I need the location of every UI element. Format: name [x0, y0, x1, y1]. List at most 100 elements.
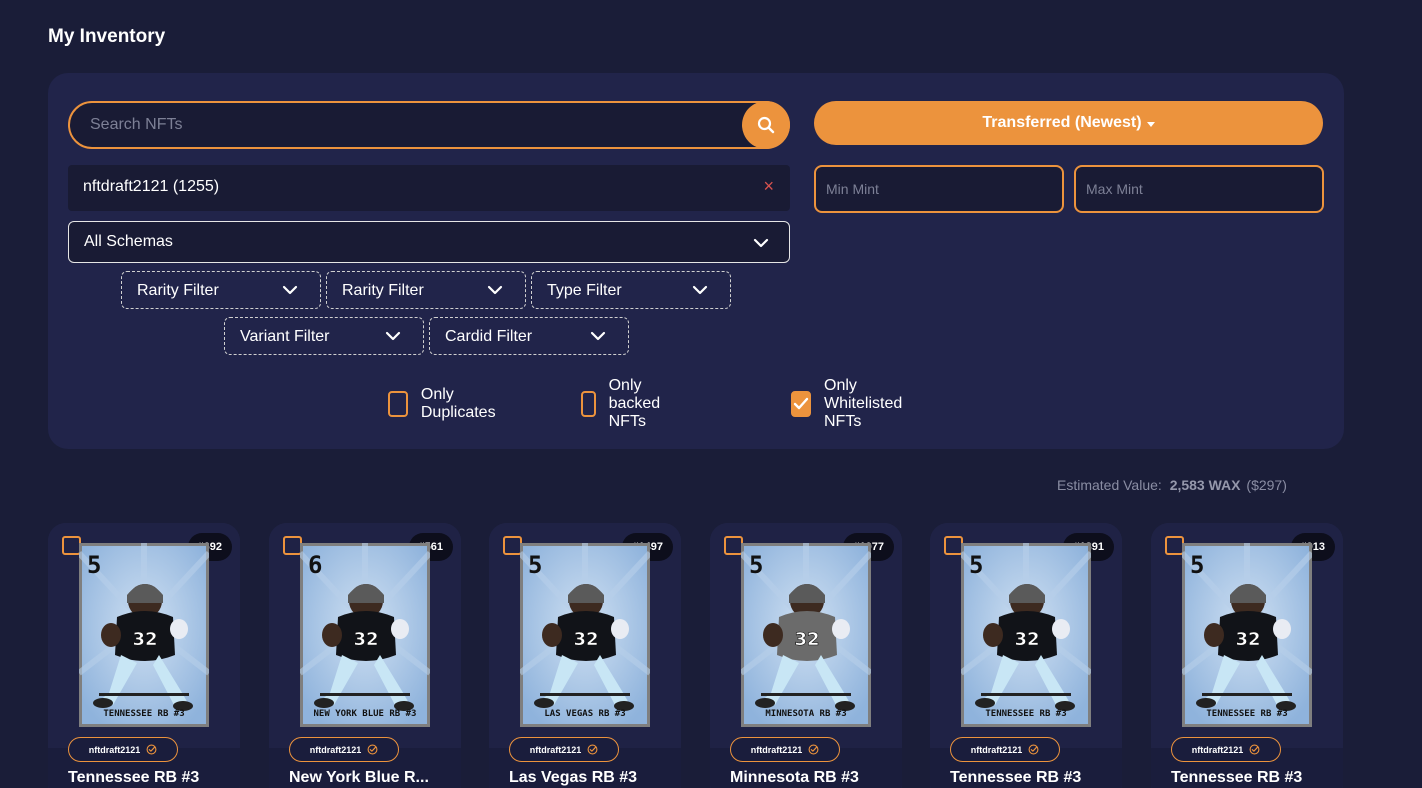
estimated-value-label: Estimated Value: [1057, 477, 1162, 493]
owner-name: nftdraft2121 [88, 744, 141, 755]
player-card-image: 5 32 MINNESOTA RB #3 [741, 543, 871, 727]
player-card-image: 6 32 NEW YORK BLUE RB #3 [300, 543, 430, 727]
owner-name: nftdraft2121 [750, 744, 803, 755]
search-button[interactable] [742, 101, 790, 149]
checkbox-square [388, 391, 408, 417]
player-card-image: 5 32 TENNESSEE RB #3 [79, 543, 209, 727]
estimated-value-wax: 2,583 WAX [1169, 477, 1241, 493]
svg-text:5: 5 [749, 551, 763, 579]
checkbox-label: Only Duplicates [420, 386, 496, 421]
variant-filter-dropdown[interactable]: Variant Filter [224, 317, 424, 355]
min-mint-field [814, 165, 1064, 213]
nft-card[interactable]: #1497 5 32 [489, 523, 681, 788]
svg-text:MINNESOTA RB #3: MINNESOTA RB #3 [765, 709, 846, 719]
owner-pill[interactable]: nftdraft2121 [68, 737, 178, 762]
estimated-value-usd: ($297) [1246, 477, 1287, 493]
caret-down-icon [1146, 121, 1155, 127]
owner-pill[interactable]: nftdraft2121 [1171, 737, 1281, 762]
player-card-image: 5 32 TENNESSEE RB #3 [961, 543, 1091, 727]
dropdown-label: Cardid Filter [445, 328, 533, 345]
card-name: Tennessee RB #3 [950, 769, 1082, 786]
card-name: New York Blue R... [289, 769, 429, 786]
svg-text:5: 5 [1190, 551, 1204, 579]
max-mint-field [1074, 165, 1324, 213]
schema-select[interactable]: All Schemas [68, 221, 790, 263]
owner-name: nftdraft2121 [309, 744, 362, 755]
nft-card[interactable]: #913 5 32 TENNESSEE RB #3 nftdraft2121 T… [1151, 523, 1343, 788]
checkbox-square [581, 391, 596, 417]
card-name: Minnesota RB #3 [730, 769, 859, 786]
svg-text:LAS VEGAS RB #3: LAS VEGAS RB #3 [544, 709, 625, 719]
estimated-value: Estimated Value: 2,583 WAX ($297) [1057, 477, 1287, 493]
svg-text:32: 32 [353, 629, 378, 650]
svg-text:5: 5 [969, 551, 983, 579]
page-title: My Inventory [48, 26, 166, 47]
dropdown-label: Type Filter [547, 282, 622, 299]
chevron-down-icon [590, 331, 606, 341]
checkbox-square [791, 391, 811, 417]
chevron-down-icon [487, 285, 503, 295]
verified-icon [1249, 744, 1260, 755]
sort-dropdown-button[interactable]: Transferred (Newest) [814, 101, 1323, 145]
owner-pill[interactable]: nftdraft2121 [509, 737, 619, 762]
svg-text:32: 32 [132, 629, 157, 650]
checkmark-icon [793, 397, 809, 410]
verified-icon [808, 744, 819, 755]
verified-icon [1028, 744, 1039, 755]
only-whitelisted-checkbox[interactable]: Only Whitelisted NFTs [791, 377, 908, 430]
search-box [68, 101, 790, 149]
svg-text:TENNESSEE RB #3: TENNESSEE RB #3 [103, 709, 184, 719]
rarity-filter-dropdown-2[interactable]: Rarity Filter [326, 271, 526, 309]
svg-text:32: 32 [794, 629, 819, 650]
clear-owner-button[interactable]: × [763, 176, 774, 197]
schema-select-value: All Schemas [84, 233, 173, 250]
owner-filter-label: nftdraft2121 (1255) [83, 178, 220, 195]
owner-name: nftdraft2121 [529, 744, 582, 755]
only-backed-checkbox[interactable]: Only backed NFTs [581, 377, 672, 430]
filter-panel: nftdraft2121 (1255) × All Schemas Rarity… [48, 73, 1344, 449]
search-input[interactable] [90, 103, 730, 147]
player-card-image: 5 32 LAS VEGAS RB #3 [520, 543, 650, 727]
owner-pill[interactable]: nftdraft2121 [289, 737, 399, 762]
search-icon [757, 116, 775, 134]
owner-filter-chip: nftdraft2121 (1255) × [68, 165, 790, 211]
rarity-filter-dropdown[interactable]: Rarity Filter [121, 271, 321, 309]
checkbox-label: Only backed NFTs [608, 377, 661, 430]
sort-label: Transferred (Newest) [982, 114, 1142, 131]
dropdown-label: Variant Filter [240, 328, 330, 345]
verified-icon [587, 744, 598, 755]
dropdown-label: Rarity Filter [137, 282, 219, 299]
svg-text:6: 6 [308, 551, 322, 579]
dropdown-label: Rarity Filter [342, 282, 424, 299]
owner-pill[interactable]: nftdraft2121 [730, 737, 840, 762]
only-duplicates-checkbox[interactable]: Only Duplicates [388, 386, 502, 421]
owner-name: nftdraft2121 [1191, 744, 1244, 755]
card-name: Tennessee RB #3 [68, 769, 200, 786]
cardid-filter-dropdown[interactable]: Cardid Filter [429, 317, 629, 355]
checkbox-label: Only Whitelisted NFTs [824, 377, 903, 430]
svg-text:TENNESSEE RB #3: TENNESSEE RB #3 [1206, 709, 1287, 719]
chevron-down-icon [692, 285, 708, 295]
max-mint-input[interactable] [1086, 167, 1312, 211]
svg-text:32: 32 [573, 629, 598, 650]
owner-name: nftdraft2121 [970, 744, 1023, 755]
verified-icon [146, 744, 157, 755]
nft-card[interactable]: #561 6 32 NEW YORK BLUE RB #3 nftdraft21… [269, 523, 461, 788]
svg-text:NEW YORK BLUE RB #3: NEW YORK BLUE RB #3 [314, 709, 417, 719]
svg-text:32: 32 [1014, 629, 1039, 650]
svg-text:32: 32 [1235, 629, 1260, 650]
nft-card[interactable]: #1077 5 32 [710, 523, 902, 788]
svg-text:5: 5 [87, 551, 101, 579]
min-mint-input[interactable] [826, 167, 1052, 211]
verified-icon [367, 744, 378, 755]
nft-card[interactable]: #692 5 32 TENNESSEE RB #3 nftdraft2121 T… [48, 523, 240, 788]
type-filter-dropdown[interactable]: Type Filter [531, 271, 731, 309]
player-card-image: 5 32 TENNESSEE RB #3 [1182, 543, 1312, 727]
chevron-down-icon [282, 285, 298, 295]
card-name: Las Vegas RB #3 [509, 769, 638, 786]
card-name: Tennessee RB #3 [1171, 769, 1303, 786]
svg-text:TENNESSEE RB #3: TENNESSEE RB #3 [985, 709, 1066, 719]
owner-pill[interactable]: nftdraft2121 [950, 737, 1060, 762]
chevron-down-icon [385, 331, 401, 341]
nft-card[interactable]: #1391 5 32 [930, 523, 1122, 788]
